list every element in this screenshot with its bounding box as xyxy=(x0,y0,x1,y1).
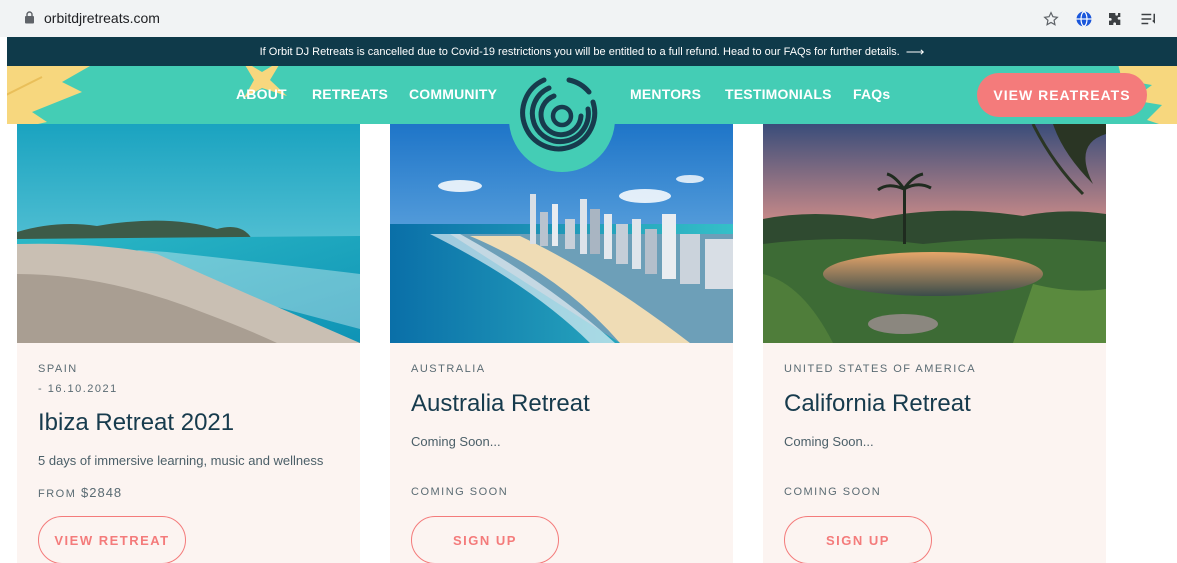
retreat-card-california: UNITED STATES OF AMERICA California Retr… xyxy=(763,124,1106,563)
nav-faqs[interactable]: FAQs xyxy=(853,86,890,102)
card-country: AUSTRALIA xyxy=(411,363,486,375)
nav-about[interactable]: ABOUT xyxy=(236,86,287,102)
arrow-right-icon: ⟶ xyxy=(905,43,925,59)
vpn-globe-icon[interactable] xyxy=(1073,8,1095,30)
card-title[interactable]: Ibiza Retreat 2021 xyxy=(38,409,234,437)
card-date: - 16.10.2021 xyxy=(38,383,118,395)
card-country: SPAIN xyxy=(38,363,78,375)
nav-retreats[interactable]: RETREATS xyxy=(312,86,388,102)
card-title[interactable]: Australia Retreat xyxy=(411,390,590,418)
view-retreat-button[interactable]: VIEW RETREAT xyxy=(38,516,186,563)
retreat-card-australia: AUSTRALIA Australia Retreat Coming Soon.… xyxy=(390,124,733,563)
lock-icon xyxy=(25,11,34,24)
card-title[interactable]: California Retreat xyxy=(784,390,971,418)
nav-testimonials[interactable]: TESTIMONIALS xyxy=(725,86,832,102)
card-status: COMING SOON xyxy=(411,486,509,498)
bookmark-star-icon[interactable] xyxy=(1040,8,1062,30)
covid-refund-banner[interactable]: If Orbit DJ Retreats is cancelled due to… xyxy=(7,37,1177,66)
sign-up-button[interactable]: SIGN UP xyxy=(411,516,559,563)
card-country: UNITED STATES OF AMERICA xyxy=(784,363,977,375)
card-price: FROM $2848 xyxy=(38,485,122,500)
retreat-card-ibiza: SPAIN - 16.10.2021 Ibiza Retreat 2021 5 … xyxy=(17,124,360,563)
extensions-puzzle-icon[interactable] xyxy=(1104,8,1126,30)
address-bar[interactable] xyxy=(14,6,1069,31)
browser-toolbar: orbitdjretreats.com xyxy=(0,0,1177,37)
nav-community[interactable]: COMMUNITY xyxy=(409,86,497,102)
card-description: 5 days of immersive learning, music and … xyxy=(38,453,324,468)
card-status: COMING SOON xyxy=(784,486,882,498)
leaf-decoration-icon xyxy=(7,66,90,124)
orbit-logo-icon xyxy=(520,77,598,152)
view-retreats-button[interactable]: VIEW REATREATS xyxy=(977,73,1147,117)
sign-up-button[interactable]: SIGN UP xyxy=(784,516,932,563)
price-prefix: FROM xyxy=(38,488,77,500)
reading-list-icon[interactable] xyxy=(1138,8,1160,30)
nav-mentors[interactable]: MENTORS xyxy=(630,86,701,102)
url-text[interactable]: orbitdjretreats.com xyxy=(44,10,160,26)
price-value: $2848 xyxy=(81,485,123,500)
banner-text: If Orbit DJ Retreats is cancelled due to… xyxy=(259,45,900,58)
ibiza-beach-image[interactable] xyxy=(17,124,360,343)
card-description: Coming Soon... xyxy=(411,434,501,449)
orbit-logo[interactable] xyxy=(509,66,615,172)
california-garden-image[interactable] xyxy=(763,124,1106,343)
card-description: Coming Soon... xyxy=(784,434,874,449)
